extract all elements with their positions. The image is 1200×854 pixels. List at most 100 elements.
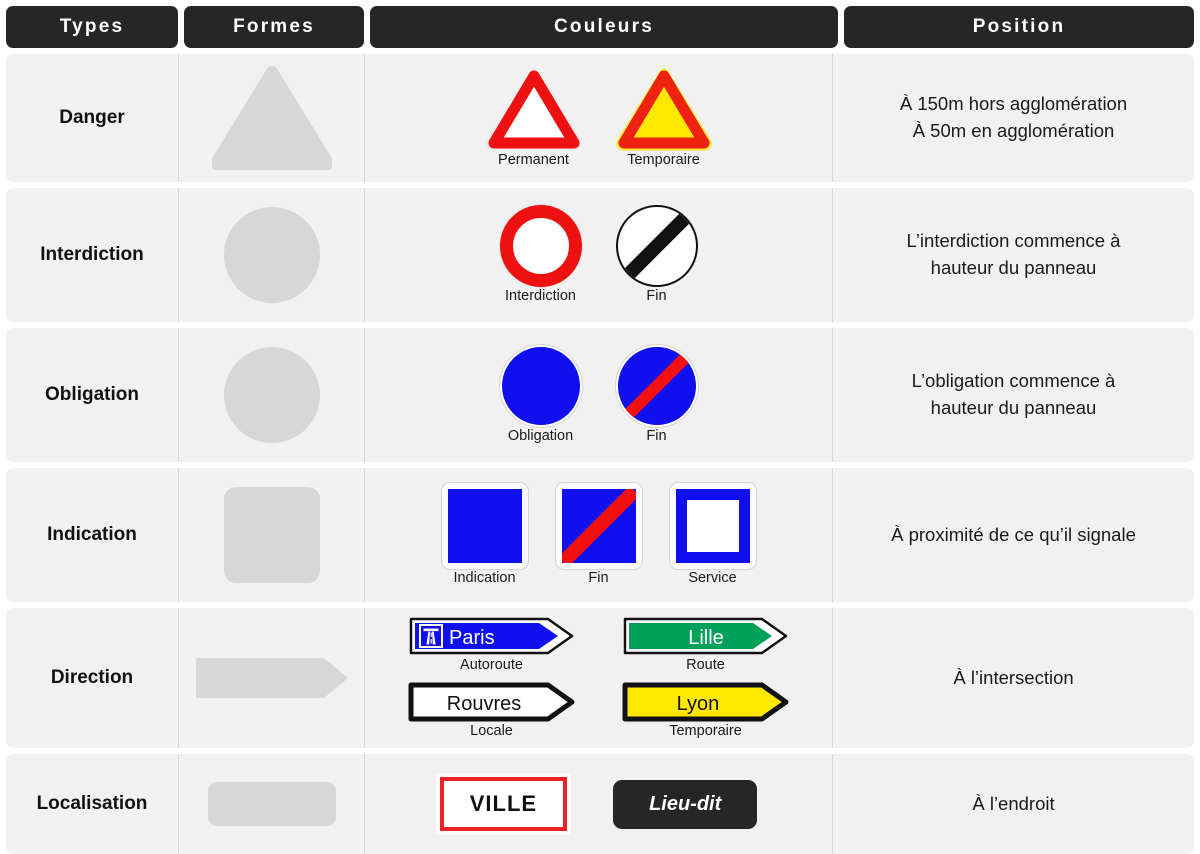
position-text: L’obligation commence à hauteur du panne…: [911, 370, 1116, 418]
table-row: Indication Indication Fin Service À prox…: [6, 468, 1194, 602]
disc-red-ring-icon: [499, 205, 582, 288]
shape-rounded-rect-icon: [207, 782, 336, 826]
triangle-yellow-red-icon: [616, 67, 712, 151]
row-shape-cell: [178, 188, 364, 322]
sign-caption: Obligation: [507, 428, 574, 445]
column-header-couleurs: Couleurs: [370, 6, 838, 48]
type-label: Direction: [50, 667, 134, 688]
arrow-white-locale-icon: Rouvres: [408, 682, 576, 722]
arrow-blue-autoroute-icon: Paris: [408, 616, 576, 656]
row-position-cell: L’interdiction commence à hauteur du pan…: [832, 188, 1194, 322]
row-shape-cell: [178, 608, 364, 748]
table-row: Localisation VILLE Lieu-dit À l’endroit: [6, 754, 1194, 854]
row-type-cell: Localisation: [6, 754, 178, 854]
row-position-cell: À 150m hors agglomération À 50m en agglo…: [832, 54, 1194, 182]
sign-caption: Route: [686, 657, 725, 674]
disc-white-black-stripe-icon: [615, 205, 698, 288]
row-type-cell: Obligation: [6, 328, 178, 462]
position-text: L’interdiction commence à hauteur du pan…: [906, 230, 1121, 278]
shape-circle-icon: [223, 207, 320, 303]
type-label: Localisation: [36, 793, 148, 814]
row-position-cell: À l’endroit: [832, 754, 1194, 854]
square-blue-red-stripe-icon: [555, 483, 642, 570]
row-colors-cell: Paris Autoroute Lille Route Rouvres Loca…: [364, 608, 832, 748]
table-row: Interdiction Interdiction Fin L’interdic…: [6, 188, 1194, 322]
sign-locale: Rouvres Locale: [408, 682, 576, 740]
row-type-cell: Direction: [6, 608, 178, 748]
row-position-cell: À l’intersection: [832, 608, 1194, 748]
column-header-position: Position: [844, 6, 1194, 48]
type-label: Danger: [59, 107, 125, 128]
row-colors-cell: Indication Fin Service: [364, 468, 832, 602]
arrow-yellow-temporaire-icon: Lyon: [622, 682, 790, 722]
position-text: À 150m hors agglomération À 50m en agglo…: [899, 93, 1128, 141]
lieu-dit-text: Lieu-dit: [613, 779, 758, 829]
shape-arrow-icon: [195, 658, 348, 698]
sign-temporaire-direction: Lyon Temporaire: [622, 682, 790, 740]
row-position-cell: L’obligation commence à hauteur du panne…: [832, 328, 1194, 462]
sign-caption: Fin: [588, 570, 609, 587]
arrow-text: Lille: [688, 627, 724, 649]
row-type-cell: Danger: [6, 54, 178, 182]
table-row: Danger Permanent Temporaire À 150m hors …: [6, 54, 1194, 182]
sign-caption: Service: [688, 570, 737, 587]
row-colors-cell: VILLE Lieu-dit: [364, 754, 832, 854]
sign-caption: Permanent: [498, 152, 569, 169]
row-shape-cell: [178, 54, 364, 182]
row-position-cell: À proximité de ce qu’il signale: [832, 468, 1194, 602]
square-blue-icon: [441, 483, 528, 570]
position-text: À l’intersection: [953, 666, 1074, 688]
table-row: Direction Paris Autoroute Lille Route Ro…: [6, 608, 1194, 748]
row-shape-cell: [178, 754, 364, 854]
plate-dark-icon: Lieu-dit: [613, 779, 758, 829]
sign-caption: Interdiction: [505, 288, 576, 305]
type-label: Indication: [47, 524, 137, 545]
sign-caption: Temporaire: [669, 723, 742, 739]
triangle-white-red-icon: [486, 67, 582, 151]
shape-circle-icon: [223, 347, 320, 443]
sign-route: Lille Route: [622, 616, 790, 674]
sign-caption: Locale: [470, 723, 513, 739]
disc-blue-red-stripe-icon: [615, 345, 698, 428]
sign-service: Service: [669, 483, 756, 587]
arrow-text: Lyon: [676, 693, 719, 715]
sign-fin-indication: Fin: [555, 483, 642, 587]
sign-ville: VILLE: [439, 777, 568, 831]
row-colors-cell: Interdiction Fin: [364, 188, 832, 322]
sign-temporaire-danger: Temporaire: [616, 67, 712, 169]
sign-caption: Fin: [646, 288, 667, 305]
type-label: Obligation: [45, 384, 139, 405]
position-text: À proximité de ce qu’il signale: [891, 523, 1136, 545]
sign-permanent-danger: Permanent: [486, 67, 582, 169]
shape-rounded-square-icon: [223, 487, 320, 583]
arrow-text: Paris: [449, 627, 495, 649]
sign-caption: Temporaire: [627, 152, 700, 169]
sign-interdiction: Interdiction: [499, 205, 582, 305]
ville-text: VILLE: [439, 777, 568, 831]
sign-autoroute: Paris Autoroute: [408, 616, 576, 674]
row-type-cell: Indication: [6, 468, 178, 602]
row-shape-cell: [178, 468, 364, 602]
table-row: Obligation Obligation Fin L’obligation c…: [6, 328, 1194, 462]
table-body: Danger Permanent Temporaire À 150m hors …: [6, 54, 1194, 854]
sign-lieu-dit: Lieu-dit: [613, 779, 758, 829]
sign-indication: Indication: [441, 483, 528, 587]
column-header-formes: Formes: [184, 6, 364, 48]
table-header-row: Types Formes Couleurs Position: [6, 6, 1194, 48]
sign-caption: Fin: [646, 428, 667, 445]
row-colors-cell: Obligation Fin: [364, 328, 832, 462]
row-shape-cell: [178, 328, 364, 462]
plate-white-red-border-icon: VILLE: [439, 777, 568, 831]
disc-blue-icon: [499, 345, 582, 428]
row-colors-cell: Permanent Temporaire: [364, 54, 832, 182]
sign-obligation: Obligation: [499, 345, 582, 445]
sign-fin-obligation: Fin: [615, 345, 698, 445]
sign-caption: Autoroute: [460, 657, 523, 674]
arrow-text: Rouvres: [446, 693, 520, 715]
type-label: Interdiction: [40, 244, 144, 265]
row-type-cell: Interdiction: [6, 188, 178, 322]
arrow-green-route-icon: Lille: [622, 616, 790, 656]
shape-triangle-icon: [211, 66, 332, 170]
sign-fin-interdiction: Fin: [615, 205, 698, 305]
column-header-types: Types: [6, 6, 178, 48]
